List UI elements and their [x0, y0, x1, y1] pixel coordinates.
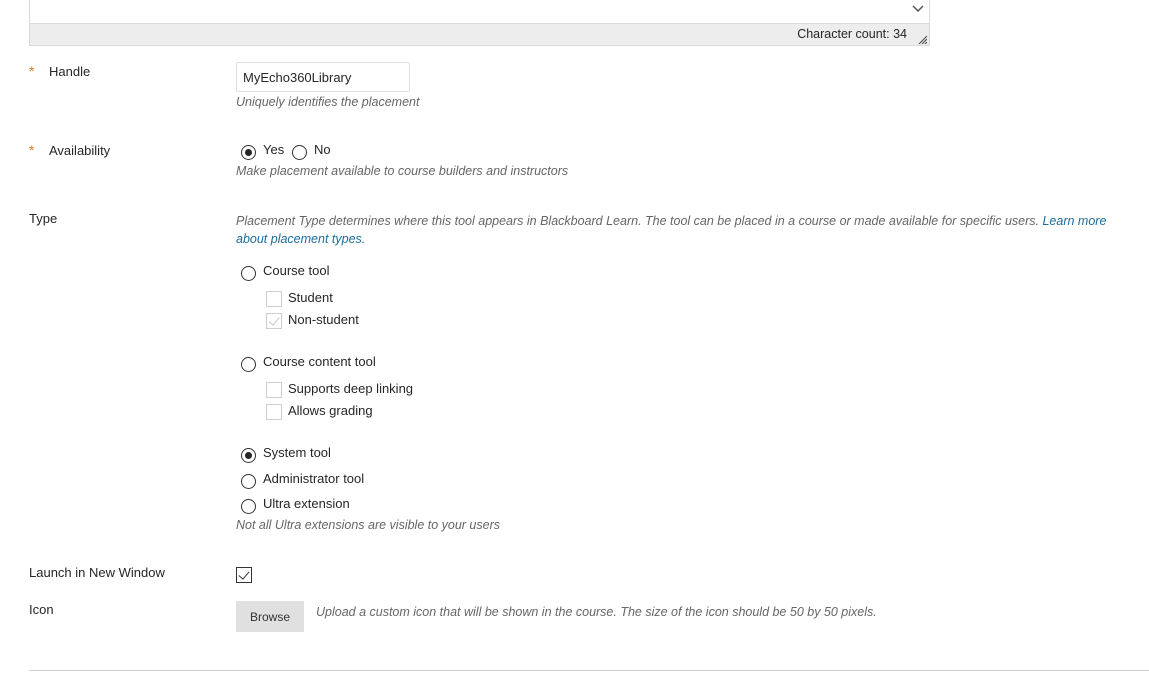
availability-yes-radio[interactable] [241, 145, 256, 160]
launch-new-window-label: Launch in New Window [29, 565, 165, 580]
availability-label: * Availability [29, 142, 110, 158]
non-student-checkbox [266, 313, 282, 329]
availability-hint: Make placement available to course build… [236, 164, 569, 178]
availability-yes-label[interactable]: Yes [263, 142, 284, 157]
ultra-extension-hint: Not all Ultra extensions are visible to … [236, 518, 501, 532]
system-tool-radio[interactable] [241, 448, 256, 463]
course-tool-radio[interactable] [241, 266, 256, 281]
handle-label-text: Handle [49, 64, 91, 79]
availability-no-label[interactable]: No [314, 142, 331, 157]
section-divider [29, 670, 1149, 671]
system-tool-label[interactable]: System tool [263, 445, 331, 460]
icon-label: Icon [29, 602, 54, 617]
course-tool-label[interactable]: Course tool [263, 263, 329, 278]
launch-new-window-checkbox[interactable] [236, 567, 252, 583]
handle-label: * Handle [29, 63, 90, 79]
supports-deep-linking-label[interactable]: Supports deep linking [288, 381, 413, 396]
type-hint: Placement Type determines where this too… [236, 212, 1126, 248]
required-marker: * [29, 63, 35, 79]
availability-label-text: Availability [49, 143, 111, 158]
handle-hint: Uniquely identifies the placement [236, 95, 420, 109]
type-hint-text: Placement Type determines where this too… [236, 214, 1039, 228]
administrator-tool-label[interactable]: Administrator tool [263, 471, 364, 486]
type-label: Type [29, 211, 58, 226]
supports-deep-linking-checkbox[interactable] [266, 382, 282, 398]
browse-button[interactable]: Browse [236, 601, 304, 632]
icon-hint: Upload a custom icon that will be shown … [316, 605, 877, 619]
ultra-extension-label[interactable]: Ultra extension [263, 496, 350, 511]
course-content-tool-label[interactable]: Course content tool [263, 354, 376, 369]
character-count: Character count: 34 [797, 27, 907, 41]
student-label[interactable]: Student [288, 290, 333, 305]
non-student-label: Non-student [288, 312, 359, 327]
required-marker: * [29, 142, 35, 158]
ultra-extension-radio[interactable] [241, 499, 256, 514]
allows-grading-label[interactable]: Allows grading [288, 403, 373, 418]
student-checkbox[interactable] [266, 291, 282, 307]
description-editor-area[interactable] [29, 0, 930, 23]
allows-grading-checkbox[interactable] [266, 404, 282, 420]
resize-grip-icon[interactable] [917, 32, 928, 45]
editor-status-bar: Character count: 34 [29, 23, 930, 46]
handle-input[interactable] [236, 62, 410, 92]
chevron-down-icon[interactable] [911, 2, 925, 18]
administrator-tool-radio[interactable] [241, 474, 256, 489]
course-content-tool-radio[interactable] [241, 357, 256, 372]
availability-no-radio[interactable] [292, 145, 307, 160]
